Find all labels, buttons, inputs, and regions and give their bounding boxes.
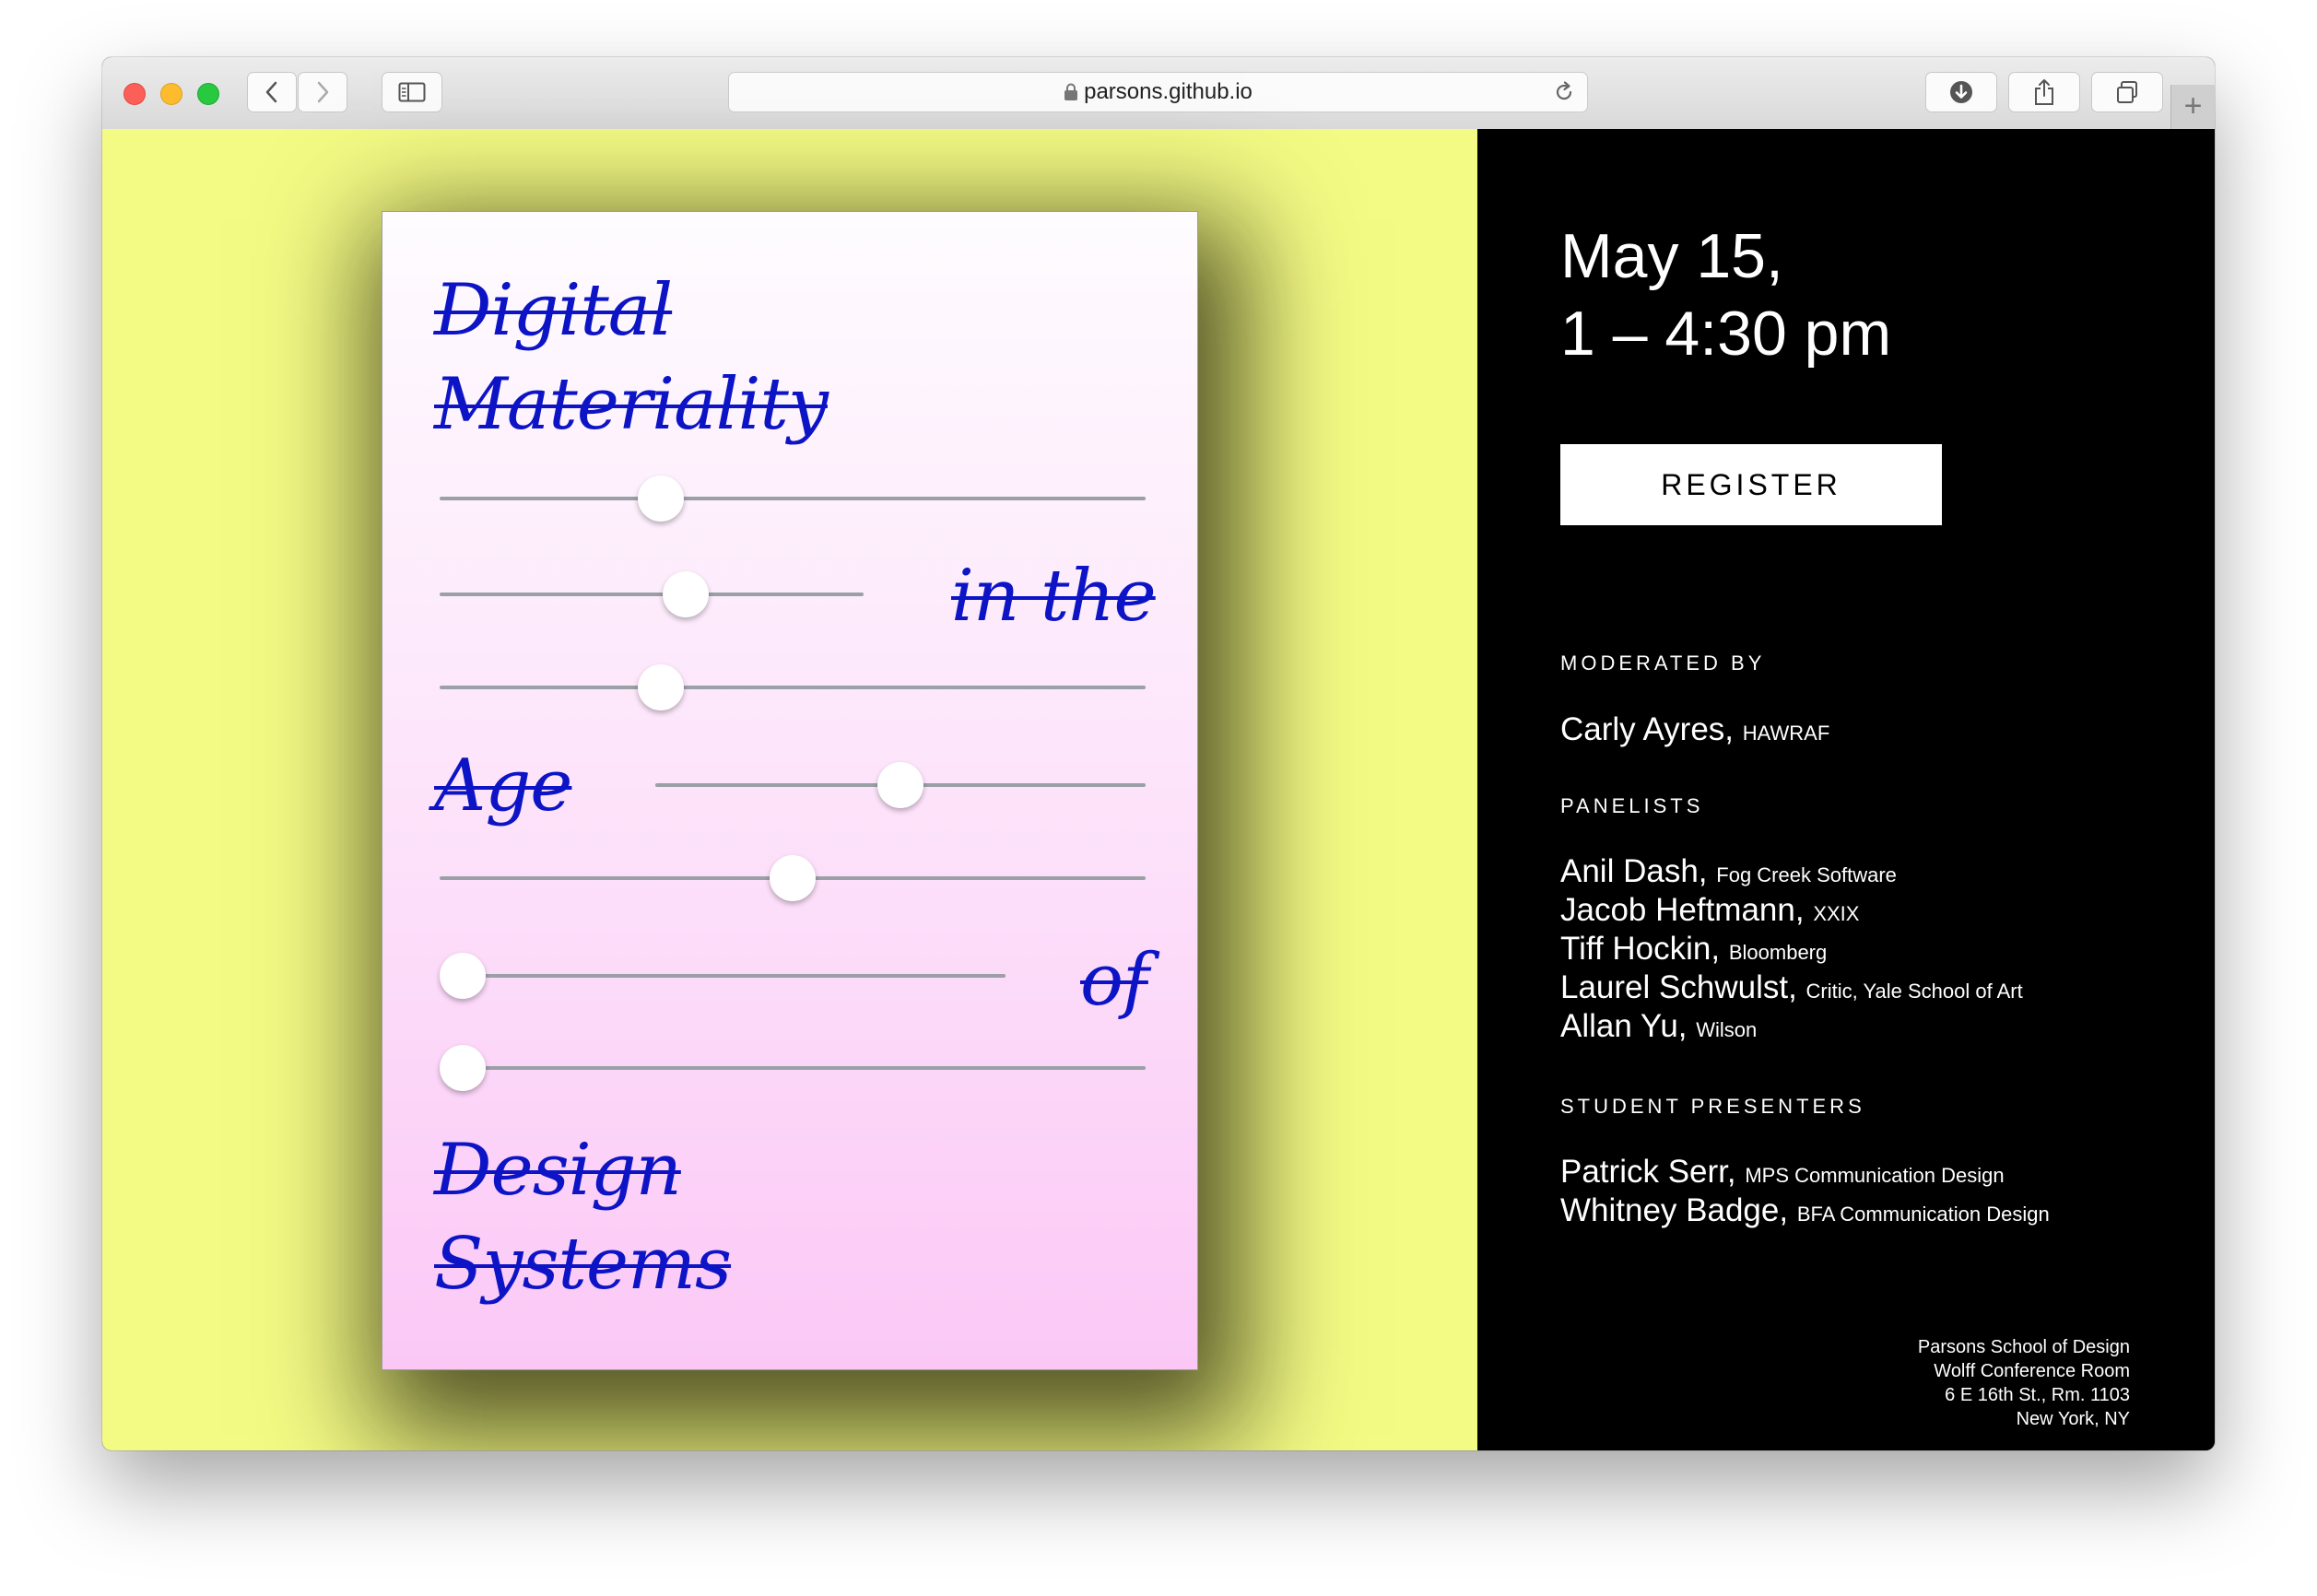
reload-icon[interactable] xyxy=(1552,80,1576,104)
slider-knob[interactable] xyxy=(637,475,684,522)
person-name: Jacob Heftmann, xyxy=(1560,892,1805,928)
register-button[interactable]: REGISTER xyxy=(1560,444,1942,525)
zoom-window-button[interactable] xyxy=(197,83,219,105)
slider-knob[interactable] xyxy=(440,953,486,999)
person-name: Allan Yu, xyxy=(1560,1008,1688,1044)
event-time-line: 1 – 4:30 pm xyxy=(1560,299,1892,369)
event-info-panel: May 15, 1 – 4:30 pm REGISTER MODERATED B… xyxy=(1477,129,2215,1450)
poster-word-age: Age xyxy=(434,745,572,827)
panelist-entry: Laurel Schwulst, Critic, Yale School of … xyxy=(1560,969,2023,1006)
poster-word-materiality: Materiality xyxy=(434,363,829,446)
student-entry: Patrick Serr, MPS Communication Design xyxy=(1560,1154,2005,1191)
person-affiliation: Wilson xyxy=(1696,1018,1758,1041)
person-name: Carly Ayres, xyxy=(1560,711,1735,747)
slider-knob[interactable] xyxy=(440,1045,486,1091)
close-window-button[interactable] xyxy=(123,83,146,105)
venue-line: Parsons School of Design xyxy=(1917,1337,2130,1357)
venue-line: New York, NY xyxy=(2016,1409,2130,1429)
person-affiliation: XXIX xyxy=(1813,902,1860,925)
person-name: Tiff Hockin, xyxy=(1560,931,1721,967)
slider-knob[interactable] xyxy=(770,855,816,901)
venue-address: Parsons School of Design Wolff Conferenc… xyxy=(1918,1335,2130,1431)
event-poster: Digital Materiality in the Age of Design… xyxy=(382,211,1198,1370)
event-date-line: May 15, xyxy=(1560,221,1783,291)
panelist-entry: Allan Yu, Wilson xyxy=(1560,1008,1757,1045)
person-affiliation: Bloomberg xyxy=(1728,941,1828,964)
person-name: Whitney Badge, xyxy=(1560,1192,1789,1228)
slider-knob[interactable] xyxy=(637,664,684,710)
poster-word-of: of xyxy=(1080,939,1149,1022)
tabs-overview-button[interactable] xyxy=(2091,72,2163,112)
download-icon xyxy=(1950,81,1972,103)
minimize-window-button[interactable] xyxy=(160,83,182,105)
sidebar-icon xyxy=(398,82,426,102)
share-button[interactable] xyxy=(2008,72,2080,112)
new-tab-button[interactable]: + xyxy=(2170,85,2215,129)
address-text: parsons.github.io xyxy=(729,73,1587,111)
slider-knob[interactable] xyxy=(877,762,923,808)
student-presenters-heading: STUDENT PRESENTERS xyxy=(1560,1095,1865,1118)
person-affiliation: Fog Creek Software xyxy=(1716,863,1897,886)
panelists-heading: PANELISTS xyxy=(1560,794,1704,817)
back-button[interactable] xyxy=(247,72,297,112)
person-affiliation: MPS Communication Design xyxy=(1745,1164,2005,1187)
slider-track[interactable] xyxy=(440,497,1146,500)
slider-track[interactable] xyxy=(440,686,1146,689)
student-entry: Whitney Badge, BFA Communication Design xyxy=(1560,1192,2050,1229)
page-content: Digital Materiality in the Age of Design… xyxy=(102,129,2215,1450)
slider-track[interactable] xyxy=(440,974,1006,978)
browser-toolbar: parsons.github.io + xyxy=(102,57,2215,130)
back-icon xyxy=(265,81,277,103)
poster-word-digital: Digital xyxy=(434,269,673,352)
share-icon xyxy=(2035,79,2053,105)
panelist-entry: Tiff Hockin, Bloomberg xyxy=(1560,931,1827,968)
sidebar-button[interactable] xyxy=(382,72,442,112)
person-affiliation: HAWRAF xyxy=(1742,722,1830,745)
event-date: May 15, 1 – 4:30 pm xyxy=(1560,217,1891,372)
forward-icon xyxy=(317,81,329,103)
person-name: Anil Dash, xyxy=(1560,853,1708,889)
address-bar[interactable]: parsons.github.io xyxy=(728,72,1588,112)
venue-line: Wolff Conference Room xyxy=(1934,1361,2130,1381)
slider-track[interactable] xyxy=(440,1066,1146,1070)
panelist-entry: Jacob Heftmann, XXIX xyxy=(1560,892,1859,929)
person-affiliation: Critic, Yale School of Art xyxy=(1805,980,2023,1003)
url-label: parsons.github.io xyxy=(1084,79,1253,104)
moderator-entry: Carly Ayres, HAWRAF xyxy=(1560,711,1829,748)
lock-icon xyxy=(1064,83,1078,100)
slider-track[interactable] xyxy=(440,593,864,596)
moderated-by-heading: MODERATED BY xyxy=(1560,651,1766,675)
forward-button[interactable] xyxy=(298,72,347,112)
person-name: Patrick Serr, xyxy=(1560,1154,1736,1190)
downloads-button[interactable] xyxy=(1925,72,1997,112)
poster-word-systems: Systems xyxy=(434,1223,732,1306)
venue-line: 6 E 16th St., Rm. 1103 xyxy=(1945,1385,2130,1405)
slider-knob[interactable] xyxy=(662,571,709,617)
poster-panel: Digital Materiality in the Age of Design… xyxy=(102,129,1477,1450)
person-name: Laurel Schwulst, xyxy=(1560,969,1797,1005)
browser-window: parsons.github.io + Digital Materiality … xyxy=(102,57,2215,1450)
person-affiliation: BFA Communication Design xyxy=(1796,1203,2050,1226)
poster-word-design: Design xyxy=(434,1129,682,1212)
poster-word-in-the: in the xyxy=(951,555,1157,638)
tabs-icon xyxy=(2117,81,2137,103)
panelist-entry: Anil Dash, Fog Creek Software xyxy=(1560,853,1897,890)
